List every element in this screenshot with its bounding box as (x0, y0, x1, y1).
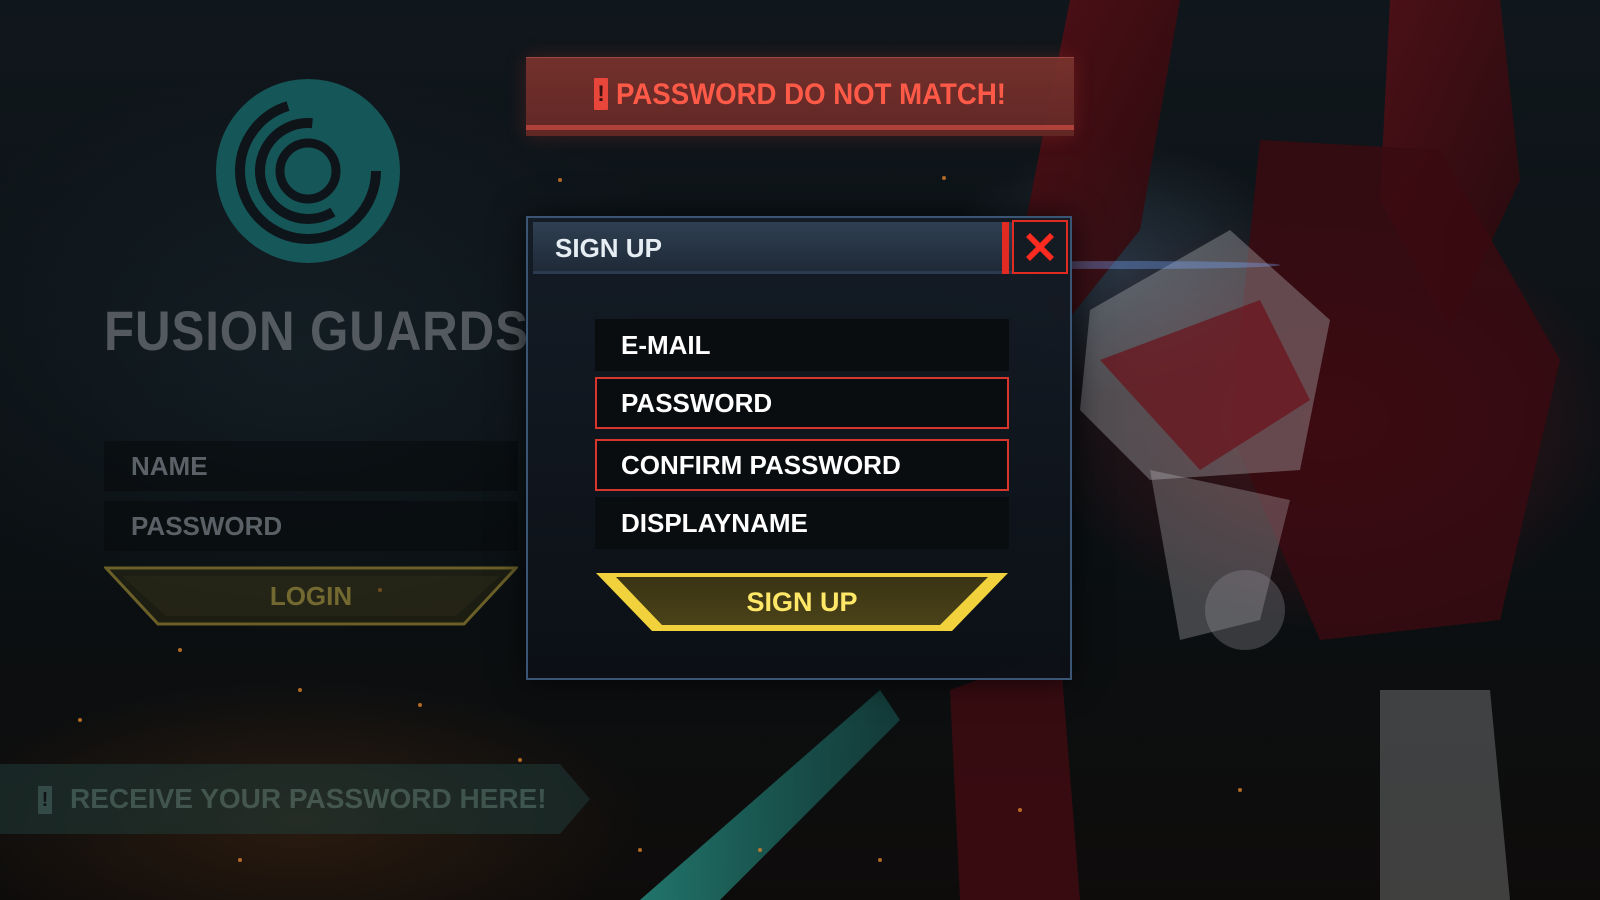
dialog-header: SIGN UP (533, 222, 1013, 274)
alert-icon: ! (594, 78, 608, 110)
error-banner: ! PASSWORD DO NOT MATCH! (526, 57, 1074, 136)
close-x-icon (1026, 233, 1054, 261)
login-button-label: LOGIN (269, 580, 353, 611)
receive-password-notice[interactable]: ! RECEIVE YOUR PASSWORD HERE! (0, 764, 600, 834)
error-message: PASSWORD DO NOT MATCH! (616, 78, 1006, 111)
displayname-field[interactable]: DISPLAYNAME (595, 497, 1009, 549)
brand-title: FUSION GUARDS (104, 299, 529, 362)
signup-button[interactable]: SIGN UP (594, 571, 1010, 633)
notice-alert-icon: ! (38, 786, 52, 814)
receive-password-text: RECEIVE YOUR PASSWORD HERE! (70, 783, 547, 814)
login-password-input[interactable]: PASSWORD (104, 501, 518, 551)
password-field[interactable]: PASSWORD (595, 377, 1009, 429)
email-field[interactable]: E-MAIL (595, 319, 1009, 371)
fusion-guards-logo (216, 79, 400, 263)
dialog-title: SIGN UP (555, 233, 662, 263)
confirm-password-field[interactable]: CONFIRM PASSWORD (595, 439, 1009, 491)
login-name-input[interactable]: NAME (104, 441, 518, 491)
signup-button-label: SIGN UP (746, 586, 858, 617)
header-red-accent (1002, 222, 1009, 274)
signup-dialog: SIGN UP E-MAIL PASSWORD CONFIRM PASSWORD… (526, 216, 1072, 680)
close-button[interactable] (1012, 220, 1068, 274)
login-button[interactable]: LOGIN (104, 566, 518, 626)
